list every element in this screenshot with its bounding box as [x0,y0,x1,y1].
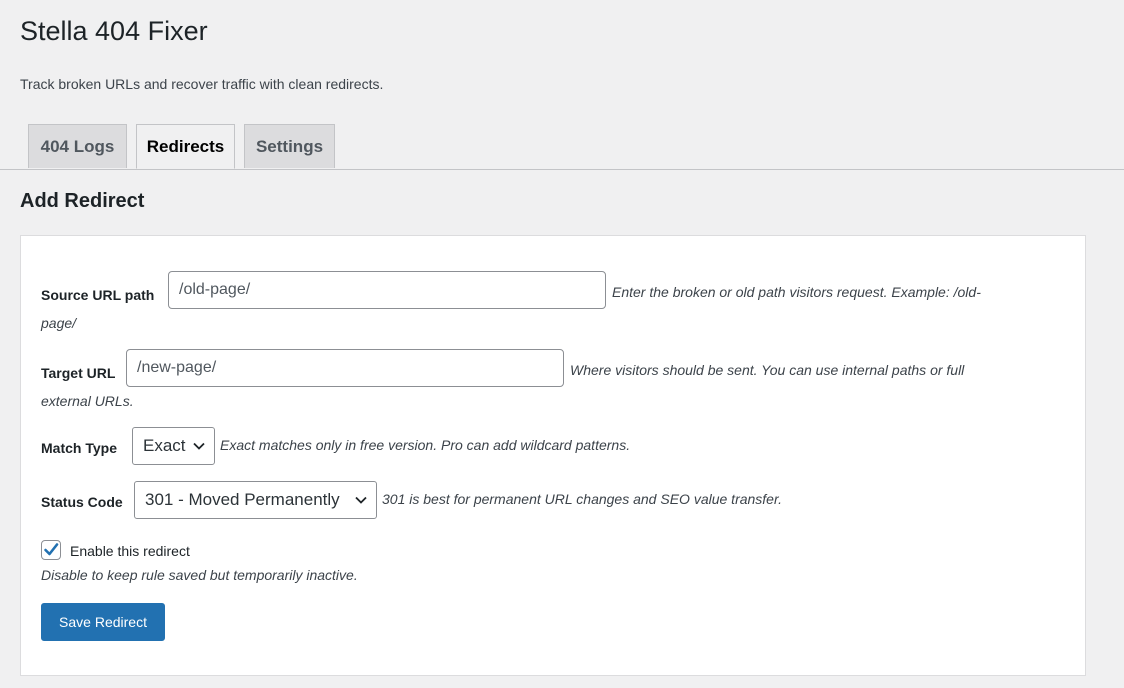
target-url-hint: Where visitors should be sent. You can u… [570,362,965,378]
status-code-value: 301 - Moved Permanently [145,490,340,509]
status-code-select[interactable]: 301 - Moved Permanently [134,481,377,519]
status-code-hint: 301 is best for permanent URL changes an… [382,491,783,507]
add-redirect-form: Source URL path /old-page/ Enter the bro… [20,235,1086,676]
tab-settings[interactable]: Settings [244,124,335,168]
source-url-input[interactable]: /old-page/ [168,271,606,309]
target-url-placeholder: /new-page/ [137,359,217,376]
match-type-value: Exact [143,436,186,455]
match-type-hint: Exact matches only in free version. Pro … [220,437,631,453]
source-url-hint-cont: page/ [41,315,77,331]
chevron-down-icon [193,442,205,450]
checkmark-icon [44,543,59,556]
target-url-label: Target URL [41,365,116,381]
page-description: Track broken URLs and recover traffic wi… [20,76,384,92]
source-url-placeholder: /old-page/ [179,281,251,298]
status-code-label: Status Code [41,494,123,510]
source-url-hint: Enter the broken or old path visitors re… [612,284,981,300]
match-type-select[interactable]: Exact [132,427,215,465]
chevron-down-icon [355,496,367,504]
page-title: Stella 404 Fixer [20,16,208,46]
target-url-input[interactable]: /new-page/ [126,349,564,387]
target-url-hint-cont: external URLs. [41,393,134,409]
enable-redirect-description: Disable to keep rule saved but temporari… [41,567,358,583]
source-url-label: Source URL path [41,287,155,303]
section-title: Add Redirect [20,190,145,212]
enable-redirect-checkbox[interactable] [41,540,61,560]
match-type-label: Match Type [41,440,117,456]
enable-redirect-label[interactable]: Enable this redirect [70,543,190,559]
tab-404-logs[interactable]: 404 Logs [28,124,127,168]
save-redirect-button[interactable]: Save Redirect [41,603,165,641]
tab-bar: 404 Logs Redirects Settings [0,124,1124,170]
tab-redirects[interactable]: Redirects [136,124,235,169]
